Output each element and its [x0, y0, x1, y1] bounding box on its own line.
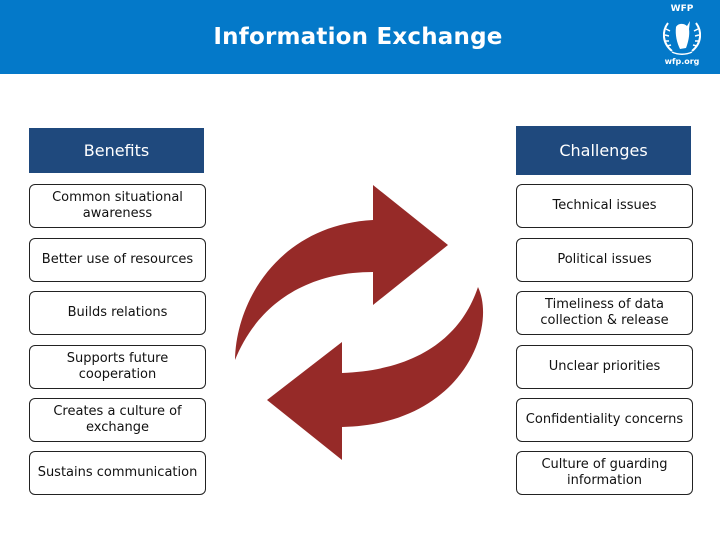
wfp-emblem-icon	[662, 21, 702, 55]
header-banner: Information Exchange WFP wfp.org	[0, 0, 720, 74]
logo-top-text: WFP	[670, 4, 694, 14]
arrow-bottom-left	[267, 287, 484, 460]
challenges-header: Challenges	[516, 126, 691, 175]
arrow-top-right	[235, 185, 448, 360]
benefit-item: Builds relations	[29, 291, 206, 335]
logo-bottom-text: wfp.org	[664, 57, 700, 66]
challenge-item: Culture of guarding information	[516, 451, 693, 495]
challenge-item: Political issues	[516, 238, 693, 282]
challenge-item: Unclear priorities	[516, 345, 693, 389]
challenge-item: Technical issues	[516, 184, 693, 228]
benefit-item: Better use of resources	[29, 238, 206, 282]
benefit-item: Sustains communication	[29, 451, 206, 495]
page-title: Information Exchange	[213, 24, 503, 50]
challenge-item: Confidentiality concerns	[516, 398, 693, 442]
benefits-header: Benefits	[29, 128, 204, 173]
benefit-item: Supports future cooperation	[29, 345, 206, 389]
wfp-logo: WFP wfp.org	[654, 4, 710, 70]
benefit-item: Creates a culture of exchange	[29, 398, 206, 442]
benefit-item: Common situational awareness	[29, 184, 206, 228]
challenge-item: Timeliness of data collection & release	[516, 291, 693, 335]
